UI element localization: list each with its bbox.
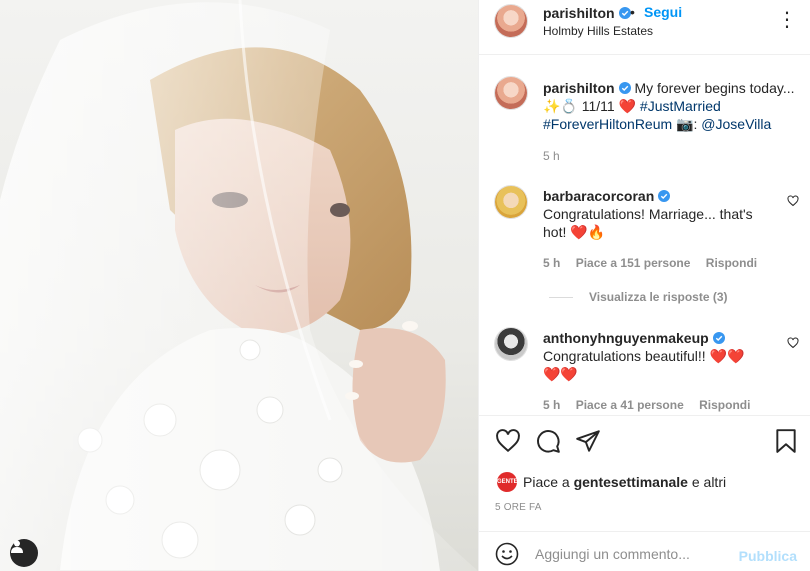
author-username[interactable]: parishilton <box>543 5 631 21</box>
comment-likes-count[interactable]: Piace a 151 persone <box>576 256 691 270</box>
caption-avatar[interactable] <box>495 77 527 109</box>
comment-like-heart-icon[interactable] <box>787 195 799 207</box>
comment-time[interactable]: 5 h <box>543 398 560 412</box>
like-heart-icon[interactable] <box>495 428 521 454</box>
comment-meta: 5 h Piace a 41 persone Rispondi <box>543 398 762 412</box>
follow-button[interactable]: Segui <box>644 4 682 20</box>
verified-badge-icon <box>658 190 671 202</box>
comment-avatar[interactable] <box>495 186 527 218</box>
comment: anthonyhnguyenmakeup Congratulations bea… <box>543 329 773 383</box>
comment-text: Congratulations! Marriage... that's <box>543 206 753 222</box>
liker-avatar[interactable]: GENTE <box>497 472 518 492</box>
likes-prefix: Piace a <box>523 474 570 490</box>
caption-username[interactable]: parishilton <box>543 80 615 96</box>
comment-time[interactable]: 5 h <box>543 256 560 270</box>
post-side-panel: parishilton • Segui Holmby Hills Estates… <box>478 0 810 571</box>
reply-button[interactable]: Rispondi <box>699 398 750 412</box>
comments-scroll-area[interactable]: parishilton My forever begins today... ✨… <box>479 56 810 416</box>
view-replies-button[interactable]: Visualizza le risposte (3) <box>549 290 728 304</box>
instagram-post-modal: parishilton • Segui Holmby Hills Estates… <box>0 0 810 571</box>
more-options-icon[interactable]: ⋮ <box>777 10 797 30</box>
comment-likes-count[interactable]: Piace a 41 persone <box>576 398 684 412</box>
comment-text-cont: ❤️❤️ <box>543 366 578 382</box>
hashtag-justmarried-link[interactable]: #JustMarried <box>640 98 721 114</box>
comment-like-heart-icon[interactable] <box>787 337 799 349</box>
caption-emoji-line: ✨💍 11/11 ❤️ <box>543 98 637 114</box>
tagged-user-button[interactable] <box>10 539 38 567</box>
post-photo[interactable] <box>0 0 478 571</box>
author-username-text[interactable]: parishilton <box>543 5 615 21</box>
verified-badge-icon <box>618 7 631 19</box>
add-comment-bar: Pubblica <box>479 531 810 571</box>
share-send-icon[interactable] <box>575 428 601 454</box>
likes-text: Piace a gentesettimanale e altri <box>523 474 726 490</box>
emoji-icon[interactable] <box>495 542 519 566</box>
verified-badge-icon <box>618 82 631 94</box>
post-header: parishilton • Segui Holmby Hills Estates… <box>479 0 810 55</box>
comment-text-cont: hot! ❤️🔥 <box>543 224 606 240</box>
caption-time[interactable]: 5 h <box>543 149 560 163</box>
likes-summary: GENTE Piace a gentesettimanale e altri <box>479 468 810 498</box>
post-location[interactable]: Holmby Hills Estates <box>543 24 653 38</box>
comment: barbaracorcoran Congratulations! Marriag… <box>543 187 773 241</box>
likes-others-link[interactable]: e altri <box>692 474 726 490</box>
camera-emoji: 📷: <box>676 116 698 132</box>
save-bookmark-icon[interactable] <box>773 428 799 454</box>
caption: parishilton My forever begins today... ✨… <box>543 79 799 133</box>
comment-bubble-icon[interactable] <box>535 428 561 454</box>
header-separator: • <box>630 4 635 20</box>
comment-text: Congratulations beautiful!! ❤️❤️ <box>543 348 745 364</box>
mention-josevilla-link[interactable]: @JoseVilla <box>701 116 771 132</box>
comment-meta: 5 h Piace a 151 persone Rispondi <box>543 256 769 270</box>
user-icon <box>11 540 23 553</box>
liker-username[interactable]: gentesettimanale <box>574 474 688 490</box>
post-time-ago[interactable]: 5 ORE FA <box>495 502 542 513</box>
post-action-bar <box>479 415 810 475</box>
hashtag-foreverhiltonreum-link[interactable]: #ForeverHiltonReum <box>543 116 672 132</box>
comment-avatar[interactable] <box>495 328 527 360</box>
bride-photo-illustration <box>0 0 478 571</box>
comment-username[interactable]: anthonyhnguyenmakeup <box>543 330 709 346</box>
verified-badge-icon <box>712 332 725 344</box>
reply-button[interactable]: Rispondi <box>706 256 757 270</box>
comment-username[interactable]: barbaracorcoran <box>543 188 654 204</box>
comment-input[interactable] <box>535 542 735 566</box>
author-avatar[interactable] <box>495 5 527 37</box>
caption-text: My forever begins today... <box>634 80 795 96</box>
publish-button[interactable]: Pubblica <box>739 548 797 564</box>
